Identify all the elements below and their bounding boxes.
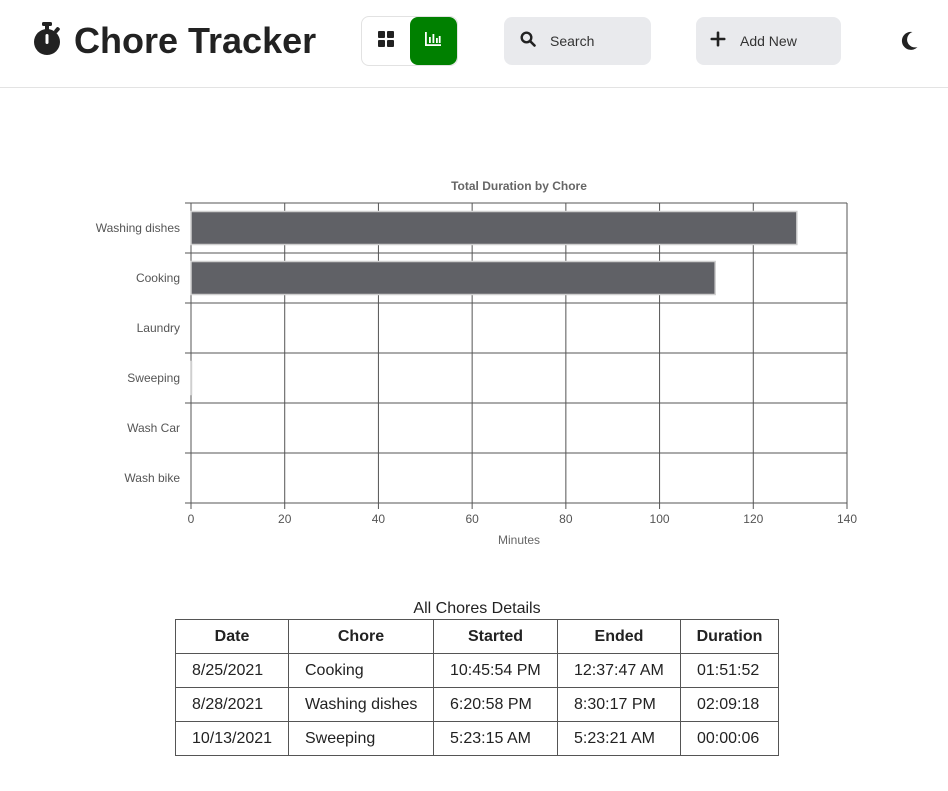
table-cell: 02:09:18: [680, 687, 779, 722]
table-cell: 8:30:17 PM: [557, 687, 681, 722]
x-tick-label: 140: [837, 512, 857, 526]
view-toggle: [361, 16, 458, 66]
table-cell: 01:51:52: [680, 653, 779, 688]
table-caption: All Chores Details: [413, 600, 541, 617]
grid-icon: [377, 30, 394, 52]
search-label: Search: [550, 33, 595, 49]
stopwatch-icon: [32, 20, 62, 61]
chart-view-button[interactable]: [409, 17, 457, 65]
chart-bar: [190, 210, 798, 246]
x-axis-label: Minutes: [498, 533, 540, 547]
table-row: 8/28/2021 Washing dishes 6:20:58 PM 8:30:17…: [175, 687, 779, 722]
x-tick-label: 0: [188, 512, 195, 526]
y-tick-label: Laundry: [137, 321, 180, 335]
table-cell: 5:23:21 AM: [557, 721, 681, 756]
table-cell: 00:00:06: [680, 721, 779, 756]
theme-toggle-button[interactable]: [900, 30, 920, 52]
table-row: 8/25/2021 Cooking 10:45:54 PM 12:37:47 AM 01…: [175, 653, 779, 688]
plus-icon: [710, 31, 726, 52]
x-tick-label: 40: [372, 512, 386, 526]
table-cell: 5:23:15 AM: [433, 721, 558, 756]
search-button[interactable]: Search: [504, 17, 651, 65]
table-cell: Sweeping: [288, 721, 434, 756]
chart-title: Total Duration by Chore: [451, 179, 587, 193]
x-tick-label: 120: [743, 512, 763, 526]
x-tick-label: 20: [278, 512, 292, 526]
column-header: Duration: [680, 619, 779, 654]
app-header: Chore Tracker Search Add New: [0, 0, 948, 88]
add-new-button[interactable]: Add New: [696, 17, 841, 65]
x-tick-label: 60: [465, 512, 479, 526]
column-header: Ended: [557, 619, 681, 654]
table-cell: 8/25/2021: [175, 653, 289, 688]
bar-chart-icon: [425, 31, 442, 51]
y-tick-label: Washing dishes: [96, 221, 180, 235]
table-cell: 12:37:47 AM: [557, 653, 681, 688]
table-cell: 10:45:54 PM: [433, 653, 558, 688]
table-cell: 6:20:58 PM: [433, 687, 558, 722]
add-new-label: Add New: [740, 33, 797, 49]
brand: Chore Tracker: [32, 20, 316, 61]
column-header: Chore: [288, 619, 434, 654]
column-header: Started: [433, 619, 558, 654]
chores-table: Date Chore Started Ended Duration 8/25/2021 C…: [175, 619, 779, 756]
table-row: 10/13/2021 Sweeping 5:23:15 AM 5:23:21 AM 00…: [175, 721, 779, 756]
app-title: Chore Tracker: [74, 19, 317, 61]
duration-chart: Total Duration by Chore 0 20 40 60 80 100 120 14…: [96, 179, 858, 547]
grid-view-button[interactable]: [362, 17, 410, 65]
search-icon: [520, 30, 536, 52]
chart-bar: [190, 260, 716, 296]
column-header: Date: [175, 619, 289, 654]
table-cell: 8/28/2021: [175, 687, 289, 722]
y-tick-label: Cooking: [136, 271, 180, 285]
x-tick-label: 100: [650, 512, 670, 526]
moon-icon: [900, 31, 920, 56]
x-tick-label: 80: [559, 512, 573, 526]
y-tick-label: Sweeping: [127, 371, 180, 385]
table-cell: Washing dishes: [288, 687, 434, 722]
table-cell: Cooking: [288, 653, 434, 688]
y-tick-label: Wash Car: [127, 421, 180, 435]
y-tick-label: Wash bike: [124, 471, 180, 485]
table-cell: 10/13/2021: [175, 721, 289, 756]
table-header-row: Date Chore Started Ended Duration: [175, 619, 779, 654]
